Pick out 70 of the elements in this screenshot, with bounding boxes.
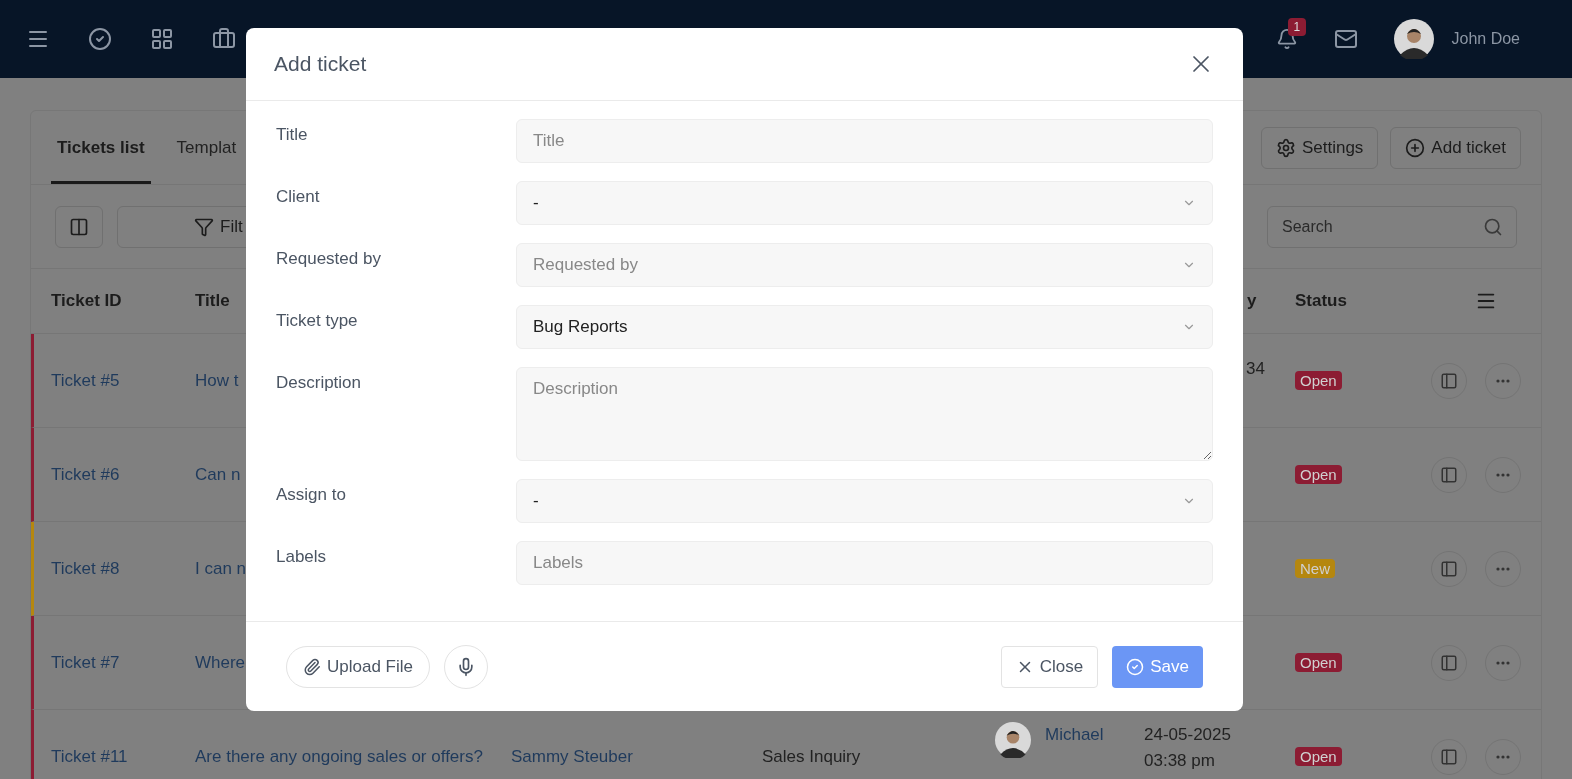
user-name[interactable]: John Doe — [1451, 27, 1520, 51]
ticket-title-link[interactable]: Are there any ongoing sales or offers? — [195, 743, 491, 770]
text-field[interactable]: Title — [516, 119, 1213, 163]
client-link[interactable]: Sammy Steuber — [511, 746, 633, 766]
panel-icon — [1440, 653, 1458, 672]
tab[interactable]: Templat — [170, 111, 243, 184]
add-ticket-button[interactable]: Add ticket — [1390, 126, 1521, 169]
ticket-type-text: Sales Inquiry — [762, 746, 861, 766]
panel-icon — [1440, 559, 1458, 578]
description-field[interactable]: Description — [516, 367, 1213, 461]
assignee-link[interactable]: Michael — [1045, 722, 1104, 748]
status-badge: Open — [1295, 652, 1342, 672]
check-circle-icon[interactable] — [88, 27, 112, 51]
text-field[interactable]: Labels — [516, 541, 1213, 585]
check-circle-icon — [1126, 657, 1145, 676]
status-badge: Open — [1295, 746, 1342, 766]
column-header: Title — [195, 291, 230, 311]
ticket-id-link[interactable]: Ticket #8 — [51, 558, 120, 578]
field-label: Assign to — [276, 484, 347, 506]
ticket-id-link[interactable]: Ticket #5 — [51, 370, 120, 390]
select-field[interactable]: Bug Reports — [516, 305, 1213, 349]
settings-button[interactable]: Settings — [1260, 126, 1379, 169]
ticket-id-link[interactable]: Ticket #11 — [51, 746, 128, 766]
more-icon — [1496, 472, 1510, 477]
status-badge: Open — [1295, 370, 1342, 390]
filter-icon — [194, 216, 214, 237]
search-field[interactable]: Search — [1267, 205, 1517, 248]
columns-icon — [69, 216, 89, 237]
status-badge: Open — [1295, 464, 1342, 484]
plus-circle-icon — [1405, 137, 1426, 158]
notification-badge: 1 — [1287, 18, 1307, 36]
grid-icon[interactable] — [150, 27, 174, 51]
column-header: y — [1247, 291, 1257, 311]
column-header: Status — [1295, 291, 1347, 311]
panel-icon — [1440, 465, 1458, 484]
paperclip-icon — [303, 657, 321, 676]
settings-icon — [1275, 137, 1296, 158]
select-field[interactable]: - — [516, 181, 1213, 225]
field-label: Labels — [276, 546, 328, 568]
column-header: Ticket ID — [51, 291, 122, 311]
date-text: 03:38 pm — [1144, 749, 1216, 772]
field-label: Title — [276, 124, 309, 146]
date-text: 34 — [1246, 358, 1266, 380]
select-field[interactable]: Requested by — [516, 243, 1213, 287]
date-text: 24-05-2025 — [1144, 724, 1232, 746]
avatar-icon — [995, 722, 1031, 758]
dialog-title: Add ticket — [274, 51, 367, 78]
tab[interactable]: Tickets list — [51, 111, 151, 184]
search-icon — [1483, 216, 1503, 237]
field-label: Description — [276, 372, 363, 394]
save-button[interactable]: Save — [1112, 645, 1203, 688]
more-icon — [1496, 378, 1510, 383]
microphone-icon — [456, 656, 476, 677]
field-label: Client — [276, 186, 321, 208]
columns-button[interactable] — [55, 205, 103, 248]
close-dialog-button[interactable]: Close — [1000, 645, 1099, 688]
panel-icon — [1440, 371, 1458, 390]
more-icon — [1496, 566, 1510, 571]
avatar-icon — [1393, 19, 1434, 59]
ticket-id-link[interactable]: Ticket #7 — [51, 652, 120, 672]
field-label: Requested by — [276, 248, 382, 270]
mail-icon[interactable] — [1333, 27, 1358, 51]
ticket-id-link[interactable]: Ticket #6 — [51, 464, 120, 484]
panel-icon — [1440, 747, 1458, 766]
status-badge: New — [1295, 558, 1335, 578]
field-label: Ticket type — [276, 310, 359, 332]
more-icon — [1496, 754, 1510, 759]
more-icon — [1496, 660, 1510, 665]
briefcase-icon[interactable] — [212, 27, 236, 51]
select-field[interactable]: - — [516, 479, 1213, 523]
